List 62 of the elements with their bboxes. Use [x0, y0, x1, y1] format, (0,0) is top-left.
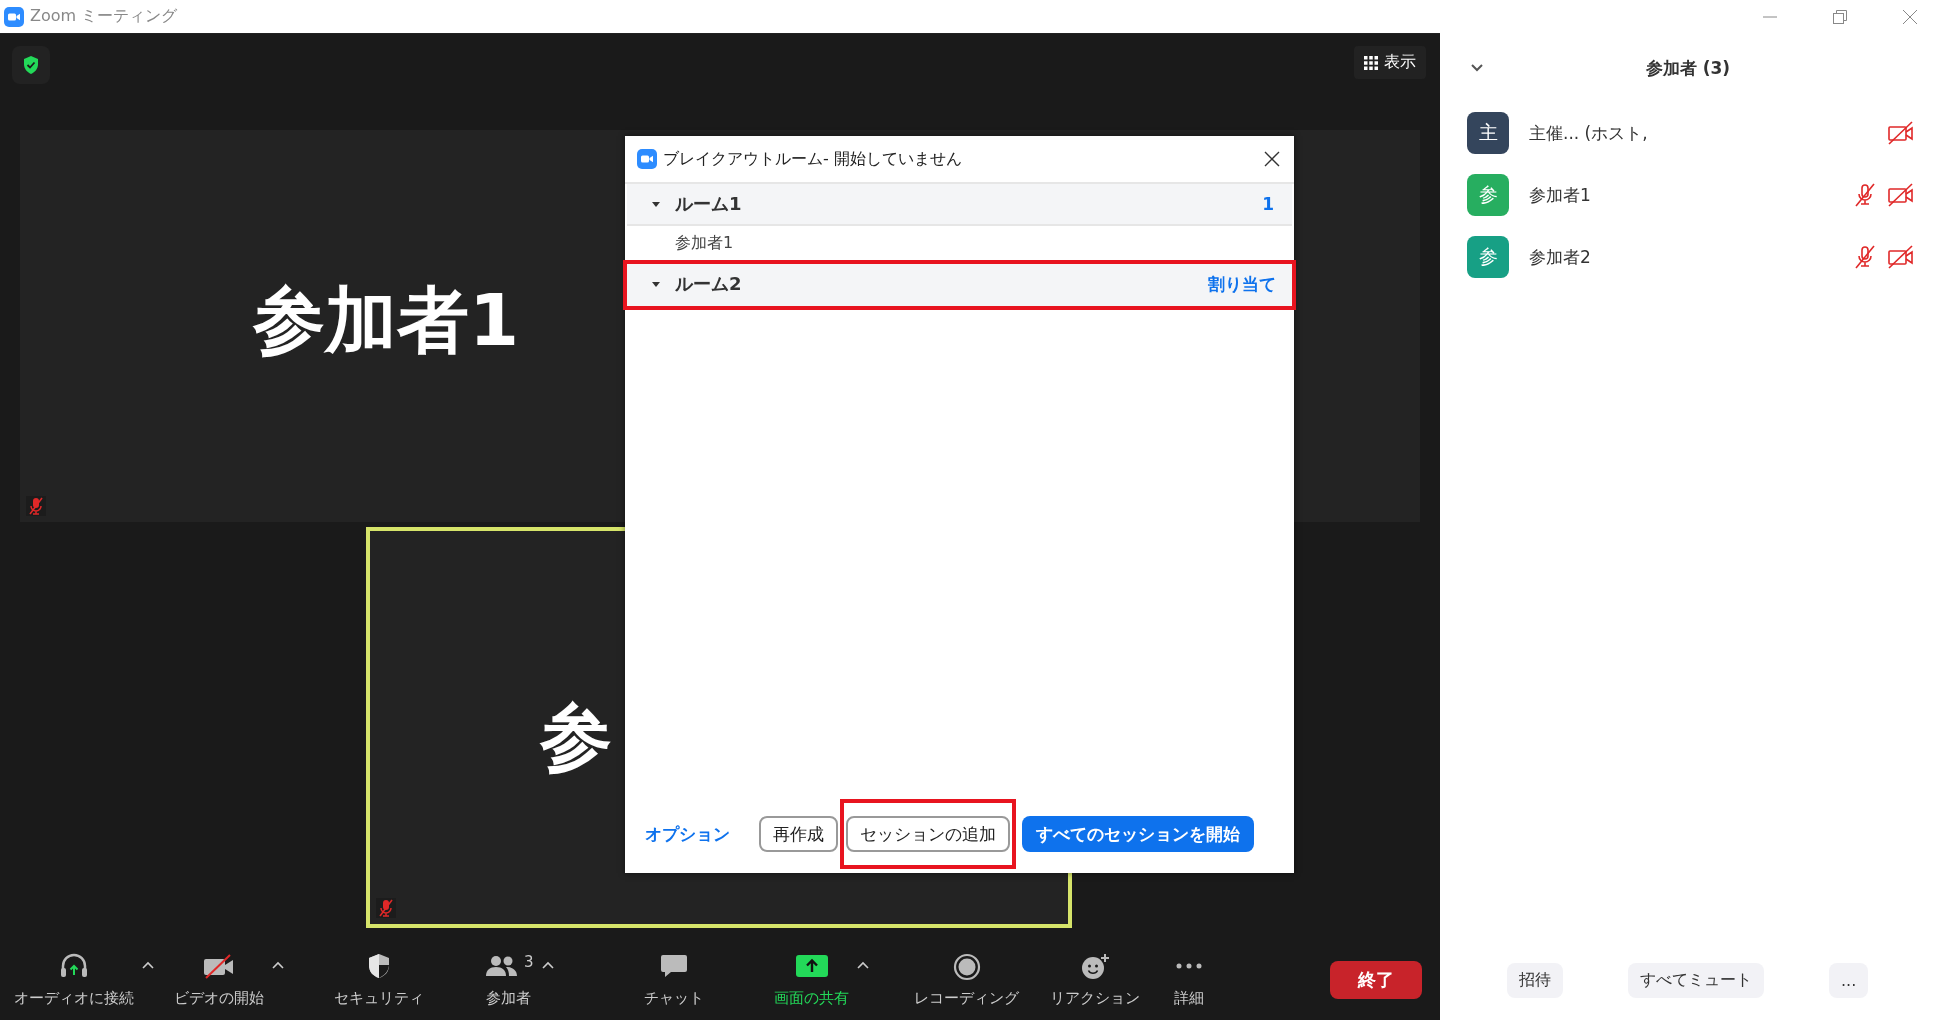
- window-title: Zoom ミーティング: [30, 6, 178, 27]
- toolbar-button[interactable]: ビデオの開始: [170, 952, 268, 1008]
- zoom-logo-icon: [4, 6, 24, 27]
- room-side-text[interactable]: 割り当て: [1208, 272, 1276, 296]
- participant-name: 主催... (ホスト,: [1529, 121, 1649, 145]
- chevron-down-icon[interactable]: [1470, 63, 1484, 73]
- caret-up-icon[interactable]: [272, 960, 284, 969]
- avatar: 主: [1467, 112, 1509, 154]
- zoom-logo-icon: [637, 149, 657, 169]
- participant-name: 参加者1: [675, 232, 734, 254]
- panel-title: 参加者 (3): [1645, 56, 1731, 80]
- room-side-text[interactable]: 1: [1262, 194, 1274, 214]
- share-screen-icon: [794, 952, 829, 979]
- chat-bubble-icon: [659, 952, 689, 979]
- toolbar-button[interactable]: 詳細: [1170, 952, 1208, 1008]
- caret-up-icon[interactable]: [142, 960, 154, 969]
- close-icon[interactable]: [1264, 151, 1280, 167]
- record-icon: [952, 952, 981, 981]
- emoji-add-icon: [1080, 952, 1110, 981]
- avatar: 参: [1467, 236, 1509, 278]
- room-row[interactable]: ルーム2 割り当て: [625, 262, 1294, 308]
- video-off-icon[interactable]: [1888, 121, 1914, 145]
- toolbar-button[interactable]: レコーディング: [910, 952, 1023, 1008]
- caret-up-icon[interactable]: [541, 960, 554, 969]
- panel-button[interactable]: 招待: [1507, 962, 1563, 998]
- caret-up-icon[interactable]: [857, 960, 869, 969]
- toolbar-button[interactable]: オーディオに接続: [10, 952, 138, 1008]
- expand-caret-icon[interactable]: [651, 199, 661, 209]
- video-off-icon[interactable]: [1888, 245, 1914, 269]
- toolbar-button[interactable]: セキュリティ: [330, 952, 428, 1008]
- video-off-icon: [202, 952, 236, 979]
- dialog-title: ブレイクアウトルーム- 開始していません: [663, 148, 963, 170]
- dialog-button[interactable]: すべてのセッションを開始: [1022, 816, 1254, 852]
- participant-name: 参加者1: [253, 277, 520, 364]
- more-dots-icon: [1176, 962, 1202, 969]
- panel-button[interactable]: ...: [1829, 962, 1869, 998]
- options-link[interactable]: オプション: [639, 816, 736, 852]
- room-row[interactable]: ルーム1 1: [627, 184, 1292, 226]
- toolbar-button[interactable]: 画面の共有: [770, 952, 853, 1008]
- end-meeting-button[interactable]: 終了: [1330, 961, 1422, 999]
- participant-name: 参: [540, 693, 612, 781]
- toolbar-button[interactable]: チャット: [640, 952, 708, 1008]
- video-off-icon[interactable]: [1888, 183, 1914, 207]
- view-button[interactable]: 表示: [1354, 46, 1426, 79]
- participant-name: 参加者1: [1529, 183, 1592, 207]
- panel-button[interactable]: すべてミュート: [1628, 962, 1764, 998]
- participant-name: 参加者2: [1529, 245, 1592, 269]
- headphones-icon: [59, 952, 89, 979]
- security-shield-icon: [367, 952, 391, 979]
- restore-icon[interactable]: [1832, 9, 1848, 25]
- expand-caret-icon[interactable]: [651, 279, 661, 289]
- avatar: 参: [1467, 174, 1509, 216]
- room-name: ルーム2: [675, 272, 743, 296]
- room-name: ルーム1: [675, 192, 743, 216]
- dialog-button[interactable]: セッションの追加: [846, 816, 1010, 852]
- mic-muted-icon[interactable]: [1852, 245, 1878, 269]
- dialog-button[interactable]: 再作成: [759, 816, 838, 852]
- security-shield-icon[interactable]: [12, 46, 50, 84]
- grid-icon: [1364, 55, 1378, 70]
- toolbar-button[interactable]: 3 参加者: [480, 952, 538, 1008]
- mic-muted-icon[interactable]: [1852, 183, 1878, 207]
- toolbar-button[interactable]: リアクション: [1046, 952, 1144, 1008]
